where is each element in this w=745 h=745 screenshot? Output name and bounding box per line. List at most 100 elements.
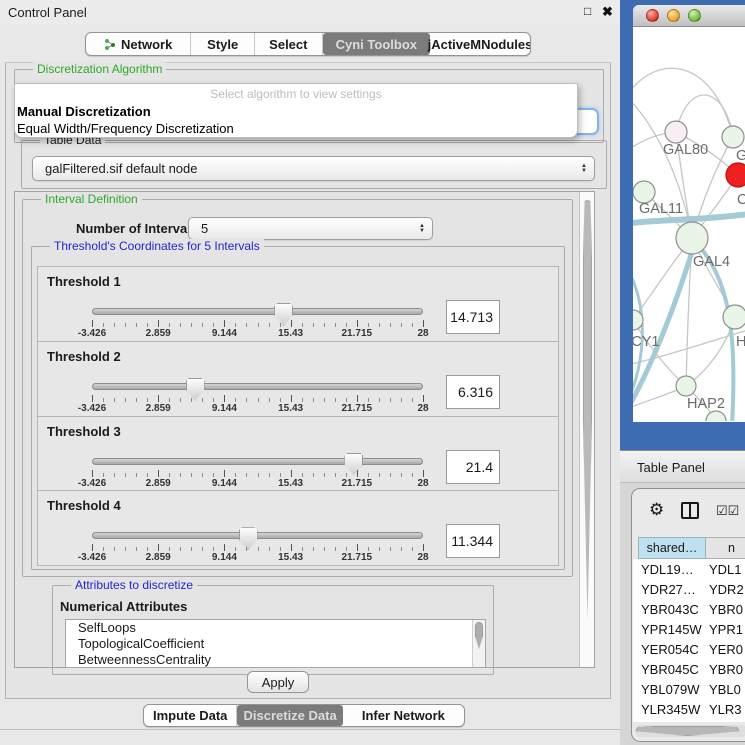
- panel-scrollbar[interactable]: [579, 192, 594, 667]
- option-manual-discretization[interactable]: Manual Discretization: [15, 103, 577, 120]
- tick-mark: [302, 547, 303, 551]
- network-node[interactable]: [722, 126, 744, 148]
- network-graph: GAL80 GA GAL11 C GAL4 GCY1 H HAP2: [633, 27, 745, 421]
- minimize-traffic-light[interactable]: [667, 9, 680, 22]
- table-row[interactable]: YBR045CYBR0: [633, 659, 745, 679]
- tick-mark: [125, 323, 126, 327]
- tick-mark: [180, 398, 181, 402]
- spinner-icon: ▲▼: [419, 224, 425, 234]
- column-header-name[interactable]: n: [706, 537, 745, 559]
- network-node[interactable]: [633, 181, 655, 203]
- float-window-icon[interactable]: □: [584, 4, 591, 18]
- threshold-label: Threshold 3: [47, 424, 121, 439]
- tab-discretize-data[interactable]: Discretize Data: [237, 705, 342, 726]
- network-node-red[interactable]: [726, 163, 745, 187]
- column-header-shared[interactable]: shared…: [638, 537, 706, 559]
- table-data-combobox[interactable]: galFiltered.sif default node ▲▼: [32, 156, 595, 181]
- slider-track[interactable]: [92, 383, 423, 390]
- tick-mark: [390, 398, 391, 402]
- tick-mark: [313, 547, 314, 551]
- slider-track[interactable]: [92, 458, 423, 465]
- option-equal-width-frequency[interactable]: Equal Width/Frequency Discretization: [15, 120, 577, 137]
- table-row[interactable]: YBL079WYBL0: [633, 679, 745, 699]
- network-node[interactable]: [676, 376, 696, 396]
- close-icon[interactable]: ✖: [602, 4, 613, 20]
- tick-mark: [423, 544, 424, 551]
- attribute-item[interactable]: TopologicalCoefficient: [66, 636, 485, 652]
- numerical-attributes-list[interactable]: SelfLoopsTopologicalCoefficientBetweenne…: [65, 619, 486, 668]
- table-row[interactable]: YER054CYER0: [633, 639, 745, 659]
- tab-impute-data[interactable]: Impute Data: [144, 705, 237, 726]
- number-of-intervals-combobox[interactable]: 5 ▲▼: [188, 217, 433, 240]
- threshold-value-field[interactable]: 6.316: [446, 375, 500, 409]
- gear-icon[interactable]: ⚙: [649, 500, 664, 520]
- threshold-value-field[interactable]: 11.344: [446, 524, 500, 558]
- tab-cyni-toolbox[interactable]: Cyni Toolbox: [323, 33, 430, 55]
- control-panel-window: Control Panel □ ✖ Network Style Select C…: [0, 0, 620, 745]
- apply-button[interactable]: Apply: [247, 671, 309, 693]
- tick-mark: [158, 320, 159, 327]
- cell-shared-name: YIL053C: [633, 722, 705, 723]
- table-hscrollbar[interactable]: [635, 725, 745, 737]
- threshold-value-field[interactable]: 14.713: [446, 300, 500, 334]
- tick-mark: [368, 398, 369, 402]
- scrollbar-thumb[interactable]: [583, 200, 592, 620]
- network-canvas[interactable]: GAL80 GA GAL11 C GAL4 GCY1 H HAP2: [633, 27, 745, 421]
- slider-track[interactable]: [92, 308, 423, 315]
- network-node[interactable]: [665, 121, 687, 143]
- attributes-group-title: Attributes to discretize: [71, 578, 197, 592]
- tick-mark: [368, 473, 369, 477]
- table-row[interactable]: YLR345WYLR3: [633, 699, 745, 719]
- select-columns-icon[interactable]: ☑☑: [716, 503, 739, 519]
- tick-label: -3.426: [78, 403, 106, 414]
- attribute-item[interactable]: SelfLoops: [66, 620, 485, 636]
- threshold-value-field[interactable]: 21.4: [446, 450, 500, 484]
- cell-shared-name: YBL079W: [633, 682, 705, 697]
- table-row[interactable]: YIL053CYIL0: [633, 719, 745, 722]
- spinner-icon: ▲▼: [581, 164, 587, 174]
- threshold-slider[interactable]: -3.4262.8599.14415.4321.71528: [92, 378, 423, 416]
- table-data-group: Table Data galFiltered.sif default node …: [21, 140, 607, 189]
- threshold-slider[interactable]: -3.4262.8599.14415.4321.71528: [92, 527, 423, 565]
- show-columns-icon[interactable]: [681, 502, 699, 519]
- network-node-gal4[interactable]: [676, 222, 708, 254]
- close-traffic-light[interactable]: [646, 9, 659, 22]
- threshold-slider[interactable]: -3.4262.8599.14415.4321.71528: [92, 453, 423, 491]
- tick-mark: [335, 547, 336, 551]
- tab-infer-network[interactable]: Infer Network: [343, 705, 464, 726]
- attribute-item[interactable]: BetweennessCentrality: [66, 652, 485, 668]
- threshold-slider[interactable]: -3.4262.8599.14415.4321.71528: [92, 303, 423, 341]
- tick-mark: [202, 323, 203, 327]
- scrollbar-thumb[interactable]: [475, 622, 483, 649]
- tick-mark: [291, 395, 292, 402]
- tab-network[interactable]: Network: [86, 33, 191, 55]
- tick-label: 15.43: [278, 328, 303, 339]
- tick-mark: [169, 398, 170, 402]
- tick-mark: [269, 323, 270, 327]
- tick-label: 2.859: [146, 478, 171, 489]
- tab-select[interactable]: Select: [255, 33, 323, 55]
- table-row[interactable]: YDL19…YDL1: [633, 559, 745, 579]
- cell-name: YBR0: [705, 662, 743, 677]
- network-node[interactable]: [723, 305, 745, 329]
- tick-mark: [280, 398, 281, 402]
- threshold-row: Threshold 4 -3.4262.8599.14415.4321.7152…: [38, 491, 558, 565]
- tick-mark: [379, 547, 380, 551]
- table-row[interactable]: YPR145WYPR1: [633, 619, 745, 639]
- tick-mark: [379, 398, 380, 402]
- table-panel-container: ⚙ ☑☑ shared… n YDL19…YDL1YDR27…YDR2YBR04…: [631, 488, 745, 742]
- zoom-traffic-light[interactable]: [688, 9, 701, 22]
- list-scrollbar[interactable]: [472, 620, 485, 667]
- tick-mark: [258, 398, 259, 402]
- network-node[interactable]: [706, 411, 726, 421]
- threshold-row: Threshold 1 -3.4262.8599.14415.4321.7152…: [38, 267, 558, 342]
- tick-mark: [313, 398, 314, 402]
- scrollbar-thumb[interactable]: [636, 726, 739, 736]
- bottom-tabbar: Impute Data Discretize Data Infer Networ…: [143, 704, 465, 727]
- table-row[interactable]: YDR27…YDR2: [633, 579, 745, 599]
- tab-style[interactable]: Style: [191, 33, 255, 55]
- discretization-algorithm-title: Discretization Algorithm: [33, 62, 166, 76]
- tab-jactivemnodules[interactable]: jActiveMNodules: [430, 33, 530, 55]
- table-row[interactable]: YBR043CYBR0: [633, 599, 745, 619]
- tick-mark: [280, 473, 281, 477]
